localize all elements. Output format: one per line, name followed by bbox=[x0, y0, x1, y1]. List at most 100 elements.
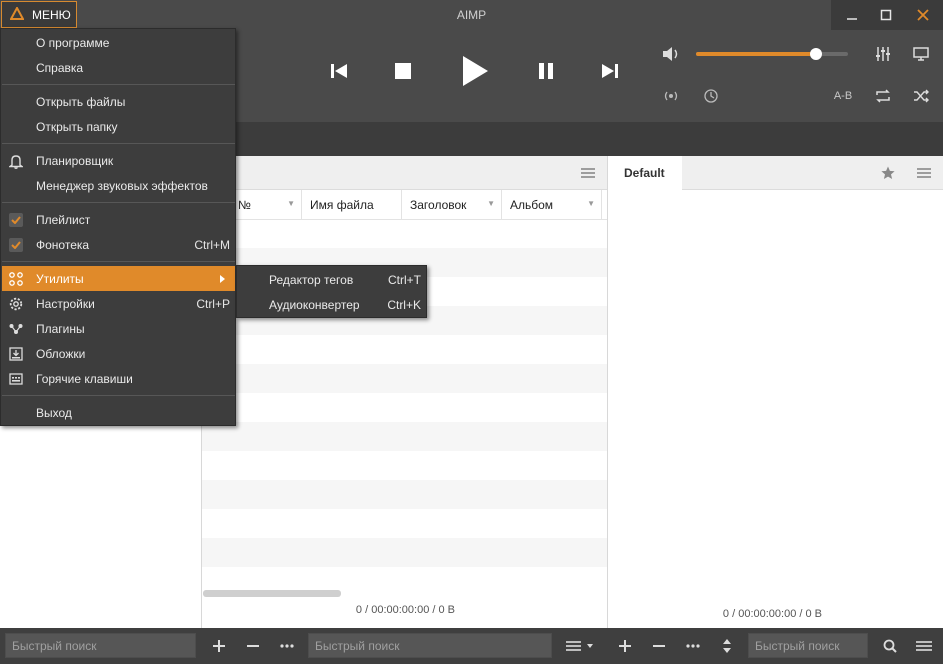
menu-item-library[interactable]: Фонотека Ctrl+M bbox=[2, 232, 235, 257]
playlists-panel: Default 0 / 00:00:00:00 / 0 B bbox=[607, 156, 943, 628]
playlist-panel: № ▼ Имя файла Заголовок ▼ Альбом ▼ 0 / 0… bbox=[202, 156, 607, 628]
bottom-toolbar: Быстрый поиск Быстрый поиск Быстрый поис… bbox=[0, 628, 943, 664]
playlists-search-input[interactable]: Быстрый поиск bbox=[748, 633, 868, 658]
search-icon[interactable] bbox=[876, 633, 904, 658]
menu-separator bbox=[2, 84, 235, 85]
column-header-filename[interactable]: Имя файла bbox=[302, 190, 402, 220]
table-row bbox=[202, 480, 607, 509]
menu-item-label: Планировщик bbox=[36, 153, 114, 168]
checkbox-checked-icon[interactable] bbox=[8, 212, 24, 228]
menu-item-help[interactable]: Справка bbox=[2, 55, 235, 80]
playlist-menu-icon[interactable] bbox=[578, 164, 598, 182]
menu-item-sound-effects[interactable]: Менеджер звуковых эффектов bbox=[2, 173, 235, 198]
menu-item-label: Открыть файлы bbox=[36, 94, 126, 109]
playlist-header bbox=[202, 156, 607, 190]
ab-repeat-button[interactable]: A-B bbox=[830, 86, 856, 106]
menu-item-label: О программе bbox=[36, 35, 110, 50]
volume-fill bbox=[696, 52, 817, 56]
filter-icon[interactable]: ▼ bbox=[487, 199, 495, 208]
equalizer-icon[interactable] bbox=[872, 44, 894, 64]
minimize-icon[interactable] bbox=[836, 2, 868, 28]
playlists-menu-icon[interactable] bbox=[914, 164, 934, 182]
next-icon[interactable] bbox=[596, 57, 624, 85]
menu-item-hotkeys[interactable]: Горячие клавиши bbox=[2, 366, 235, 391]
pause-icon[interactable] bbox=[532, 57, 560, 85]
previous-icon[interactable] bbox=[325, 57, 353, 85]
menu-separator bbox=[2, 202, 235, 203]
move-updown-icon[interactable] bbox=[713, 633, 741, 658]
column-header-title[interactable]: Заголовок ▼ bbox=[402, 190, 502, 220]
checkbox-checked-icon[interactable] bbox=[8, 237, 24, 253]
window-title: AIMP bbox=[456, 8, 487, 22]
main-menu-label: МЕНЮ bbox=[32, 7, 71, 22]
sort-menu-icon[interactable] bbox=[562, 633, 600, 658]
radio-icon[interactable] bbox=[660, 86, 682, 106]
play-icon[interactable] bbox=[456, 52, 494, 90]
menu-item-label: Фонотека bbox=[36, 237, 90, 252]
menu-item-plugins[interactable]: Плагины bbox=[2, 316, 235, 341]
column-header-album[interactable]: Альбом ▼ bbox=[502, 190, 602, 220]
horizontal-scrollbar[interactable] bbox=[203, 590, 341, 597]
remove-icon[interactable] bbox=[645, 633, 673, 658]
playlist-search-input[interactable]: Быстрый поиск bbox=[308, 633, 552, 658]
volume-knob[interactable] bbox=[810, 48, 823, 60]
playlist-column-headers: № ▼ Имя файла Заголовок ▼ Альбом ▼ bbox=[202, 190, 607, 220]
menu-item-settings[interactable]: Настройки Ctrl+P bbox=[2, 291, 235, 316]
playlists-header: Default bbox=[608, 156, 943, 190]
menu-item-about[interactable]: О программе bbox=[2, 30, 235, 55]
menu-item-exit[interactable]: Выход bbox=[2, 400, 235, 425]
menu-item-label: Справка bbox=[36, 60, 84, 75]
menu-item-shortcut: Ctrl+M bbox=[194, 237, 230, 252]
main-list-menu-icon[interactable] bbox=[910, 633, 938, 658]
main-menu-popup: О программе Справка Открыть файлы Открыт… bbox=[0, 28, 236, 426]
menu-item-shortcut: Ctrl+P bbox=[196, 296, 230, 311]
add-icon[interactable] bbox=[611, 633, 639, 658]
menu-item-playlist[interactable]: Плейлист bbox=[2, 207, 235, 232]
volume-slider[interactable] bbox=[696, 48, 848, 60]
table-row bbox=[202, 538, 607, 567]
tab-default[interactable]: Default bbox=[608, 156, 682, 190]
close-icon[interactable] bbox=[907, 2, 939, 28]
main-menu-button[interactable]: МЕНЮ bbox=[1, 1, 77, 28]
column-header-number-label: № bbox=[238, 198, 251, 212]
menu-item-label: Выход bbox=[36, 405, 72, 420]
submenu-item-shortcut: Ctrl+T bbox=[388, 272, 421, 287]
plugins-icon bbox=[8, 321, 24, 337]
table-row bbox=[202, 422, 607, 451]
more-icon[interactable] bbox=[679, 633, 707, 658]
volume-icon[interactable] bbox=[660, 44, 682, 64]
menu-item-label: Плагины bbox=[36, 321, 85, 336]
timer-icon[interactable] bbox=[700, 86, 722, 106]
menu-item-label: Открыть папку bbox=[36, 119, 118, 134]
add-icon[interactable] bbox=[205, 633, 233, 658]
menu-item-open-files[interactable]: Открыть файлы bbox=[2, 89, 235, 114]
keyboard-icon bbox=[8, 371, 24, 387]
more-icon[interactable] bbox=[273, 633, 301, 658]
menu-item-label: Настройки bbox=[36, 296, 95, 311]
menu-item-label: Обложки bbox=[36, 346, 86, 361]
menu-item-covers[interactable]: Обложки bbox=[2, 341, 235, 366]
submenu-arrow-icon bbox=[220, 272, 225, 286]
stop-icon[interactable] bbox=[389, 57, 417, 85]
utilities-icon bbox=[8, 271, 24, 287]
menu-item-utilities[interactable]: Утилиты bbox=[2, 266, 235, 291]
menu-item-label: Менеджер звуковых эффектов bbox=[36, 178, 208, 193]
shuffle-icon[interactable] bbox=[910, 86, 932, 106]
visualization-icon[interactable] bbox=[910, 44, 932, 64]
repeat-icon[interactable] bbox=[872, 86, 894, 106]
maximize-icon[interactable] bbox=[870, 2, 902, 28]
filter-icon[interactable]: ▼ bbox=[587, 199, 595, 208]
submenu-item-audio-converter[interactable]: Аудиоконвертер Ctrl+K bbox=[237, 292, 426, 317]
menu-item-scheduler[interactable]: Планировщик bbox=[2, 148, 235, 173]
star-icon[interactable] bbox=[878, 164, 898, 182]
menu-item-open-folder[interactable]: Открыть папку bbox=[2, 114, 235, 139]
table-row bbox=[202, 364, 607, 393]
filter-icon[interactable]: ▼ bbox=[287, 199, 295, 208]
remove-icon[interactable] bbox=[239, 633, 267, 658]
column-header-title-label: Заголовок bbox=[410, 198, 467, 212]
submenu-item-label: Аудиоконвертер bbox=[269, 297, 360, 312]
menu-separator bbox=[2, 395, 235, 396]
library-search-input[interactable]: Быстрый поиск bbox=[5, 633, 196, 658]
submenu-item-tag-editor[interactable]: Редактор тегов Ctrl+T bbox=[237, 267, 426, 292]
submenu-item-label: Редактор тегов bbox=[269, 272, 354, 287]
